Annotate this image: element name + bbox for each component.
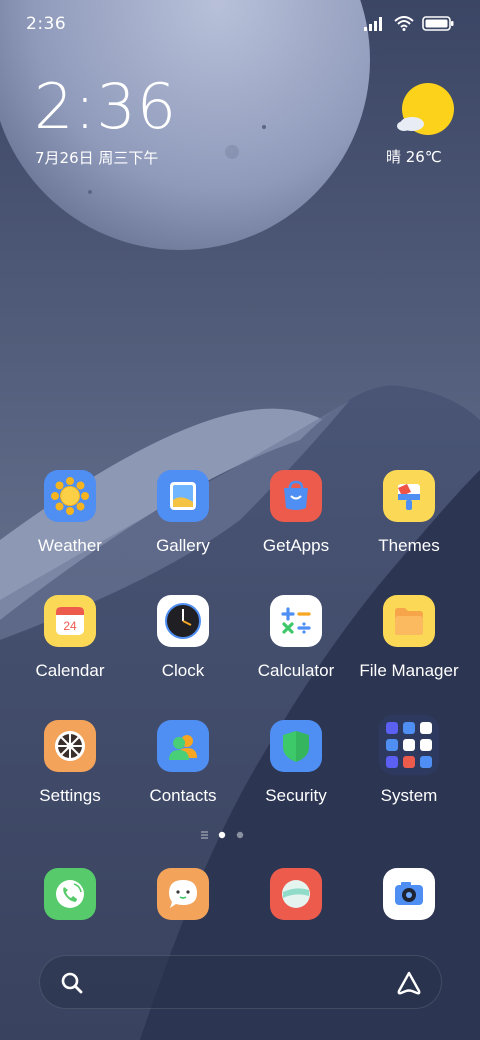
app-system-folder[interactable]: System	[353, 715, 465, 815]
app-getapps[interactable]: GetApps	[240, 470, 352, 570]
contacts-icon	[157, 720, 209, 772]
messaging-icon	[157, 868, 209, 920]
app-gallery[interactable]: Gallery	[127, 470, 239, 570]
page-dot-current	[218, 831, 226, 839]
browser-icon	[270, 868, 322, 920]
app-settings[interactable]: Settings	[14, 720, 126, 820]
app-file-manager[interactable]: File Manager	[353, 595, 465, 695]
app-calendar[interactable]: 24 Calendar	[14, 595, 126, 695]
app-label: Calendar	[35, 661, 105, 680]
search-bar[interactable]	[39, 955, 442, 1009]
system-folder-icon	[379, 715, 439, 775]
assistant-icon[interactable]	[395, 970, 423, 996]
app-label: Calculator	[257, 661, 335, 680]
getapps-icon	[270, 470, 322, 522]
sunny-weather-icon	[397, 83, 454, 135]
weather-widget[interactable]: 晴 26℃	[380, 80, 460, 170]
app-label: Weather	[38, 536, 102, 555]
status-time: 2:36	[26, 14, 67, 34]
dock-phone[interactable]	[14, 868, 126, 928]
gallery-icon	[157, 470, 209, 522]
battery-icon	[422, 16, 454, 31]
clock-icon	[157, 595, 209, 647]
page-indicator[interactable]	[200, 829, 248, 841]
dock-camera[interactable]	[353, 868, 465, 928]
signal-icon	[364, 16, 382, 31]
status-icons	[364, 16, 454, 31]
status-bar: 2:36	[0, 0, 480, 50]
search-icon	[61, 972, 83, 994]
dock-browser[interactable]	[240, 868, 352, 928]
calendar-day: 24	[63, 619, 77, 633]
wifi-icon	[394, 16, 414, 31]
app-label: File Manager	[359, 661, 459, 680]
calendar-icon: 24	[44, 595, 96, 647]
settings-icon	[44, 720, 96, 772]
app-calculator[interactable]: Calculator	[240, 595, 352, 695]
weather-icon	[44, 470, 96, 522]
home-date: 7月26日 周三下午	[35, 149, 159, 167]
app-label: Contacts	[149, 786, 217, 805]
phone-icon	[44, 868, 96, 920]
home-clock[interactable]: 2:36	[34, 76, 177, 138]
home-screen: 2:36 2:36 7月26日 周三下午 晴 26℃ Weather Galle…	[0, 0, 480, 1040]
app-label: GetApps	[262, 536, 330, 555]
page-dot	[236, 831, 244, 839]
app-security[interactable]: Security	[240, 720, 352, 820]
app-label: System	[380, 786, 438, 805]
dock-messaging[interactable]	[127, 868, 239, 928]
app-label: Themes	[378, 536, 440, 555]
app-clock[interactable]: Clock	[127, 595, 239, 695]
app-weather[interactable]: Weather	[14, 470, 126, 570]
security-icon	[270, 720, 322, 772]
feed-page-icon	[201, 831, 208, 839]
calculator-icon	[270, 595, 322, 647]
app-label: Security	[265, 786, 327, 805]
file-manager-icon	[383, 595, 435, 647]
app-themes[interactable]: Themes	[353, 470, 465, 570]
app-label: Settings	[39, 786, 101, 805]
camera-icon	[383, 868, 435, 920]
themes-icon	[383, 470, 435, 522]
weather-summary: 晴 26℃	[386, 148, 442, 166]
app-contacts[interactable]: Contacts	[127, 720, 239, 820]
app-label: Clock	[161, 661, 205, 680]
app-label: Gallery	[156, 536, 210, 555]
